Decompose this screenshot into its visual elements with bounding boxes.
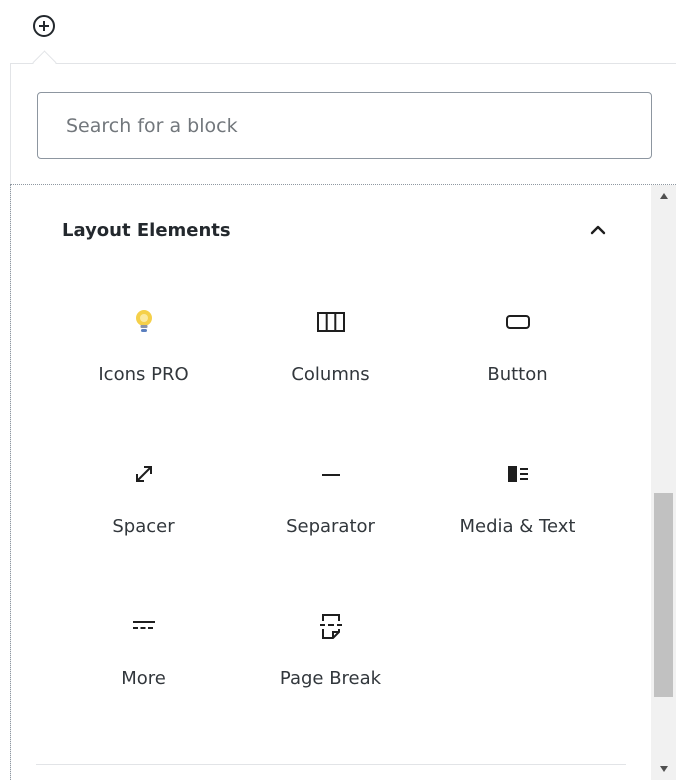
block-types-list: Icons PRO Columns Button Spacer Separato…: [50, 290, 610, 746]
results-scrollbar[interactable]: [651, 185, 676, 780]
block-item-button[interactable]: Button: [424, 290, 611, 442]
search-container: [37, 92, 652, 159]
add-block-button[interactable]: [30, 12, 58, 40]
columns-icon: [311, 302, 351, 342]
block-search-input[interactable]: [37, 92, 652, 159]
block-inserter-page: Layout Elements Icons PRO: [0, 0, 676, 780]
block-item-label: Icons PRO: [98, 364, 189, 385]
block-item-spacer[interactable]: Spacer: [50, 442, 237, 594]
block-item-columns[interactable]: Columns: [237, 290, 424, 442]
scroll-down-button[interactable]: [651, 758, 676, 780]
chevron-up-icon: [590, 225, 606, 235]
scrollbar-thumb[interactable]: [654, 493, 673, 697]
panel-divider: [36, 764, 626, 765]
block-item-label: Button: [487, 364, 548, 385]
block-item-label: More: [121, 668, 166, 689]
separator-icon: [311, 454, 351, 494]
plus-circle-icon: [33, 15, 55, 37]
block-item-media-text[interactable]: Media & Text: [424, 442, 611, 594]
media-text-icon: [498, 454, 538, 494]
block-item-more[interactable]: More: [50, 594, 237, 746]
button-icon: [498, 302, 538, 342]
panel-toggle-layout-elements[interactable]: Layout Elements: [52, 212, 612, 248]
block-item-icons-pro[interactable]: Icons PRO: [50, 290, 237, 442]
block-item-separator[interactable]: Separator: [237, 442, 424, 594]
block-item-label: Columns: [291, 364, 370, 385]
lightbulb-icon: [124, 302, 164, 342]
triangle-up-icon: [659, 193, 668, 199]
panel-title: Layout Elements: [62, 219, 231, 241]
resize-arrows-icon: [124, 454, 164, 494]
triangle-down-icon: [659, 766, 668, 772]
page-break-icon: [311, 606, 351, 646]
more-icon: [124, 606, 164, 646]
scroll-up-button[interactable]: [651, 185, 676, 207]
block-item-page-break[interactable]: Page Break: [237, 594, 424, 746]
block-item-label: Separator: [286, 516, 375, 537]
block-item-label: Media & Text: [459, 516, 576, 537]
block-item-label: Page Break: [279, 668, 382, 689]
block-item-label: Spacer: [112, 516, 175, 537]
